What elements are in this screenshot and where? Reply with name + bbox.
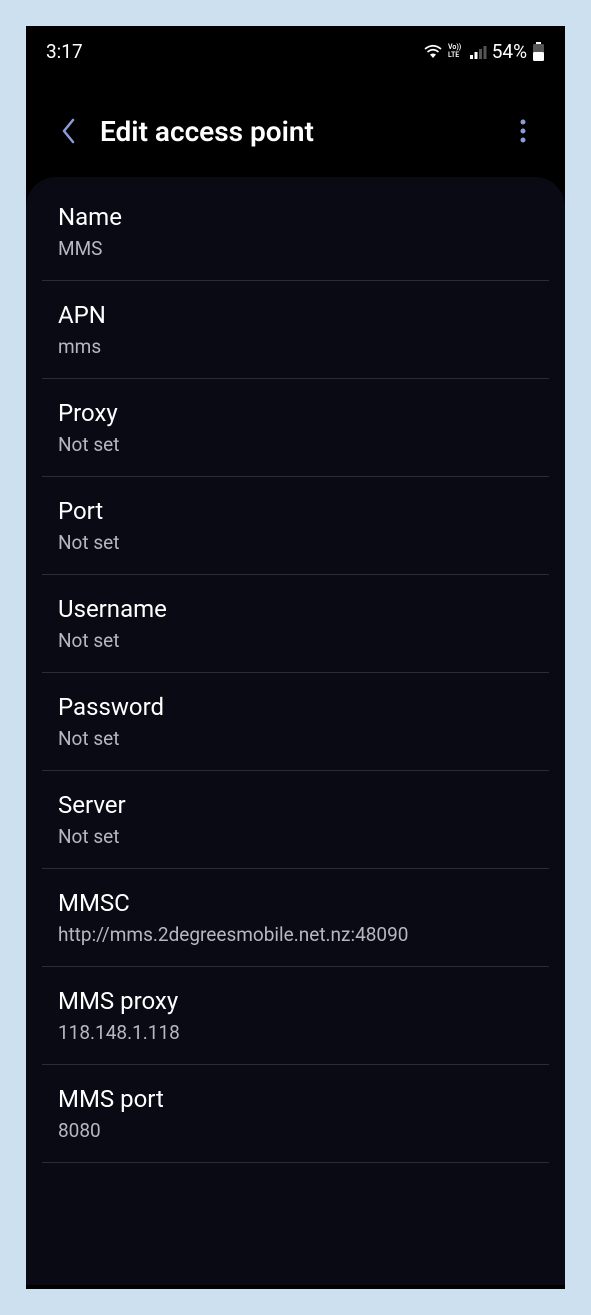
setting-value: Not set (58, 825, 533, 848)
setting-label: MMSC (58, 889, 533, 917)
signal-icon (469, 45, 487, 59)
battery-icon (532, 42, 545, 62)
setting-item-mms-proxy[interactable]: MMS proxy 118.148.1.118 (42, 967, 549, 1065)
setting-item-port[interactable]: Port Not set (42, 477, 549, 575)
volte-icon: Vo)) LTE (448, 42, 464, 61)
status-bar: 3:17 Vo)) LTE (26, 26, 565, 73)
status-time: 3:17 (46, 40, 83, 63)
more-options-button[interactable] (505, 113, 541, 149)
setting-value: mms (58, 335, 533, 358)
setting-item-username[interactable]: Username Not set (42, 575, 549, 673)
back-button[interactable] (50, 113, 86, 149)
setting-item-name[interactable]: Name MMS (42, 177, 549, 281)
more-vertical-icon (520, 119, 526, 143)
setting-value: http://mms.2degreesmobile.net.nz:48090 (58, 923, 533, 946)
status-indicators: Vo)) LTE 54% (423, 40, 545, 63)
setting-value: Not set (58, 727, 533, 750)
setting-value: 8080 (58, 1119, 533, 1142)
phone-screen: 3:17 Vo)) LTE (26, 26, 565, 1289)
header: Edit access point (26, 73, 565, 177)
svg-text:Vo)): Vo)) (448, 43, 462, 51)
setting-value: 118.148.1.118 (58, 1021, 533, 1044)
setting-label: MMS port (58, 1085, 533, 1113)
svg-text:LTE: LTE (448, 51, 459, 58)
chevron-left-icon (61, 118, 75, 144)
setting-value: Not set (58, 433, 533, 456)
setting-item-apn[interactable]: APN mms (42, 281, 549, 379)
setting-label: Server (58, 791, 533, 819)
setting-value: MMS (58, 237, 533, 260)
setting-item-proxy[interactable]: Proxy Not set (42, 379, 549, 477)
setting-label: Port (58, 497, 533, 525)
setting-item-password[interactable]: Password Not set (42, 673, 549, 771)
setting-item-mms-port[interactable]: MMS port 8080 (42, 1065, 549, 1163)
setting-value: Not set (58, 531, 533, 554)
setting-value: Not set (58, 629, 533, 652)
setting-label: Username (58, 595, 533, 623)
setting-label: Proxy (58, 399, 533, 427)
setting-label: Password (58, 693, 533, 721)
battery-percentage: 54% (492, 40, 527, 63)
settings-list: Name MMS APN mms Proxy Not set Port Not … (26, 177, 565, 1285)
setting-item-server[interactable]: Server Not set (42, 771, 549, 869)
setting-item-mmsc[interactable]: MMSC http://mms.2degreesmobile.net.nz:48… (42, 869, 549, 967)
setting-label: Name (58, 203, 533, 231)
page-title: Edit access point (100, 115, 491, 148)
setting-label: MMS proxy (58, 987, 533, 1015)
setting-label: APN (58, 301, 533, 329)
wifi-icon (423, 44, 443, 60)
